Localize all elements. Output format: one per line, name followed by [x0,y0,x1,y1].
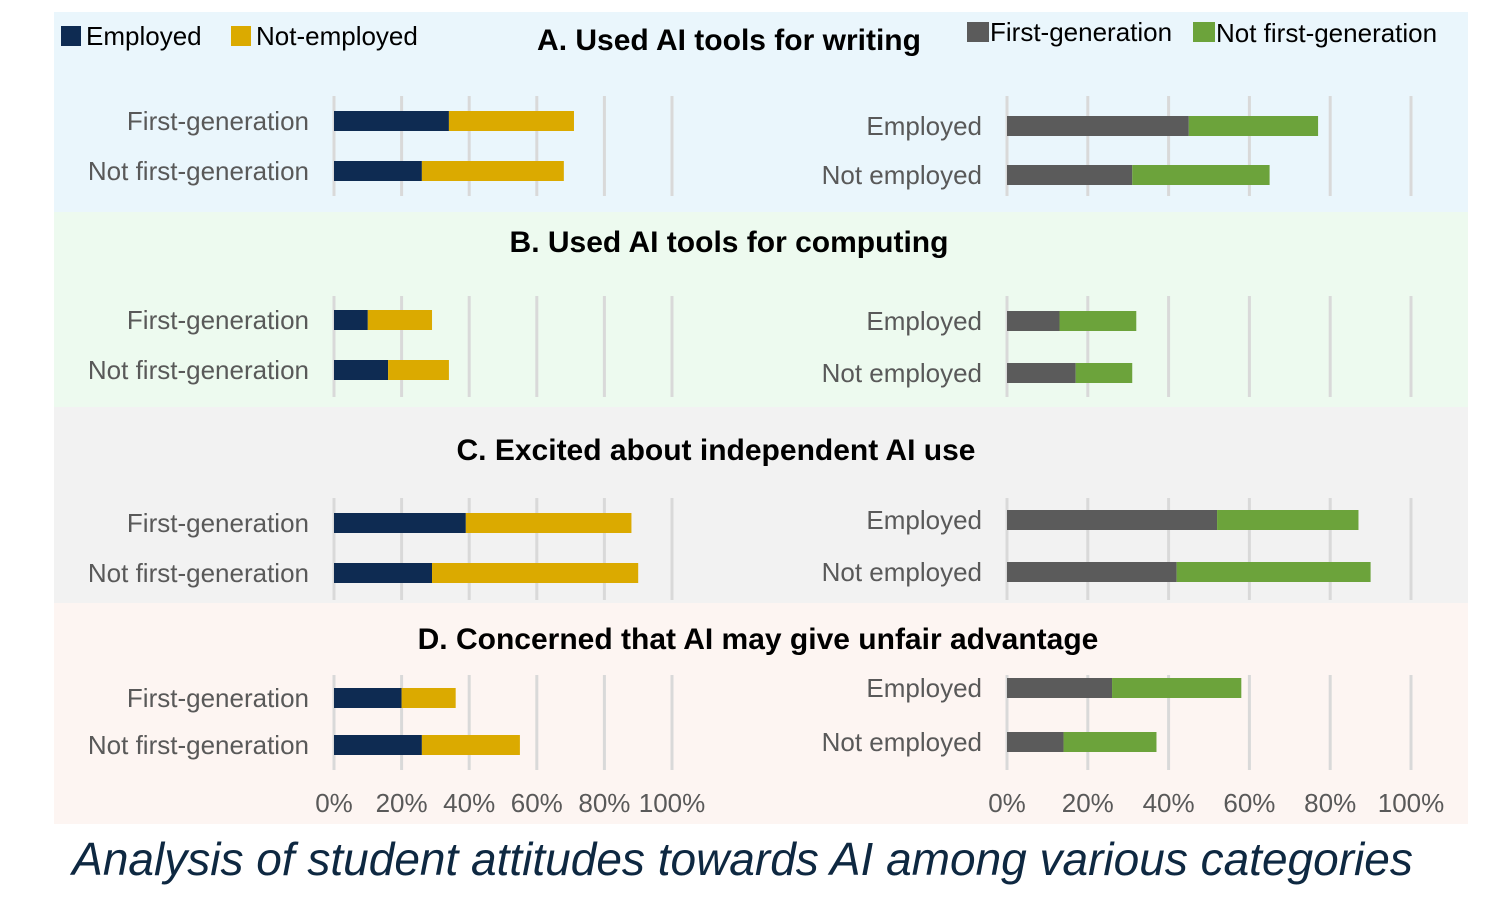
left-x-tick-label: 60% [511,788,563,818]
legend-label-first-generation: First-generation [990,17,1172,47]
right-category-label: Employed [866,505,982,535]
right-category-label: Employed [866,306,982,336]
right-category-label: Not employed [822,160,982,190]
panel-title: C. Excited about independent AI use [457,434,976,467]
bar-not-employed [465,513,632,533]
bar-not-employed [388,360,449,380]
legend-swatch-employed [61,26,81,46]
left-x-tick-label: 100% [639,788,706,818]
left-category-label: Not first-generation [88,730,309,760]
left-category-label: Not first-generation [88,156,309,186]
bar-not-employed [401,688,456,708]
legend-label-employed: Employed [86,21,202,51]
bar-employed [334,161,422,181]
right-category-label: Employed [866,673,982,703]
bar-not-employed [421,735,520,755]
bar-not-first-generation [1059,311,1137,331]
legend-swatch-not-employed [231,26,251,46]
right-category-label: Not employed [822,557,982,587]
bar-employed [334,310,368,330]
legend-label-not-employed: Not-employed [256,21,418,51]
left-category-label: Not first-generation [88,355,309,385]
right-category-label: Not employed [822,727,982,757]
panel-title: B. Used AI tools for computing [510,226,949,259]
panel-title: D. Concerned that AI may give unfair adv… [418,623,1099,656]
figure-caption: Analysis of student attitudes towards AI… [72,833,1413,885]
bar-not-employed [367,310,433,330]
bar-first-generation [1007,678,1113,698]
panel-title: A. Used AI tools for writing [537,24,921,57]
right-x-tick-label: 80% [1304,788,1356,818]
bar-employed [334,735,422,755]
bar-employed [334,360,389,380]
bar-first-generation [1007,311,1060,331]
left-x-tick-label: 0% [315,788,353,818]
left-category-label: First-generation [127,305,309,335]
bar-first-generation [1007,510,1218,530]
bar-not-first-generation [1075,363,1133,383]
bar-employed [334,688,402,708]
bar-not-employed [421,161,564,181]
left-category-label: First-generation [127,683,309,713]
bar-first-generation [1007,732,1064,752]
right-x-tick-label: 40% [1143,788,1195,818]
bar-not-employed [432,563,639,583]
legend-label-not-first-generation: Not first-generation [1216,18,1437,48]
chart-figure: A. Used AI tools for writing First-genera… [54,12,1468,824]
bar-employed [334,513,466,533]
bar-not-first-generation [1217,510,1359,530]
bar-first-generation [1007,562,1177,582]
right-x-tick-label: 100% [1378,788,1445,818]
left-category-label: First-generation [127,508,309,538]
left-category-label: First-generation [127,106,309,136]
bar-first-generation [1007,165,1133,185]
bar-not-first-generation [1063,732,1157,752]
bar-not-employed [448,111,574,131]
right-x-tick-label: 20% [1062,788,1114,818]
left-x-tick-label: 40% [443,788,495,818]
right-category-label: Employed [866,111,982,141]
bar-first-generation [1007,363,1076,383]
legend-swatch-first-generation [967,22,989,42]
bar-employed [334,563,433,583]
left-x-tick-label: 20% [376,788,428,818]
bar-not-first-generation [1188,116,1319,136]
bar-first-generation [1007,116,1189,136]
right-x-tick-label: 60% [1223,788,1275,818]
bar-not-first-generation [1176,562,1371,582]
bar-not-first-generation [1112,678,1242,698]
bar-employed [334,111,449,131]
right-category-label: Not employed [822,358,982,388]
right-x-tick-label: 0% [988,788,1026,818]
left-x-tick-label: 80% [578,788,630,818]
left-category-label: Not first-generation [88,558,309,588]
bar-not-first-generation [1132,165,1270,185]
legend-swatch-not-first-generation [1193,22,1215,42]
